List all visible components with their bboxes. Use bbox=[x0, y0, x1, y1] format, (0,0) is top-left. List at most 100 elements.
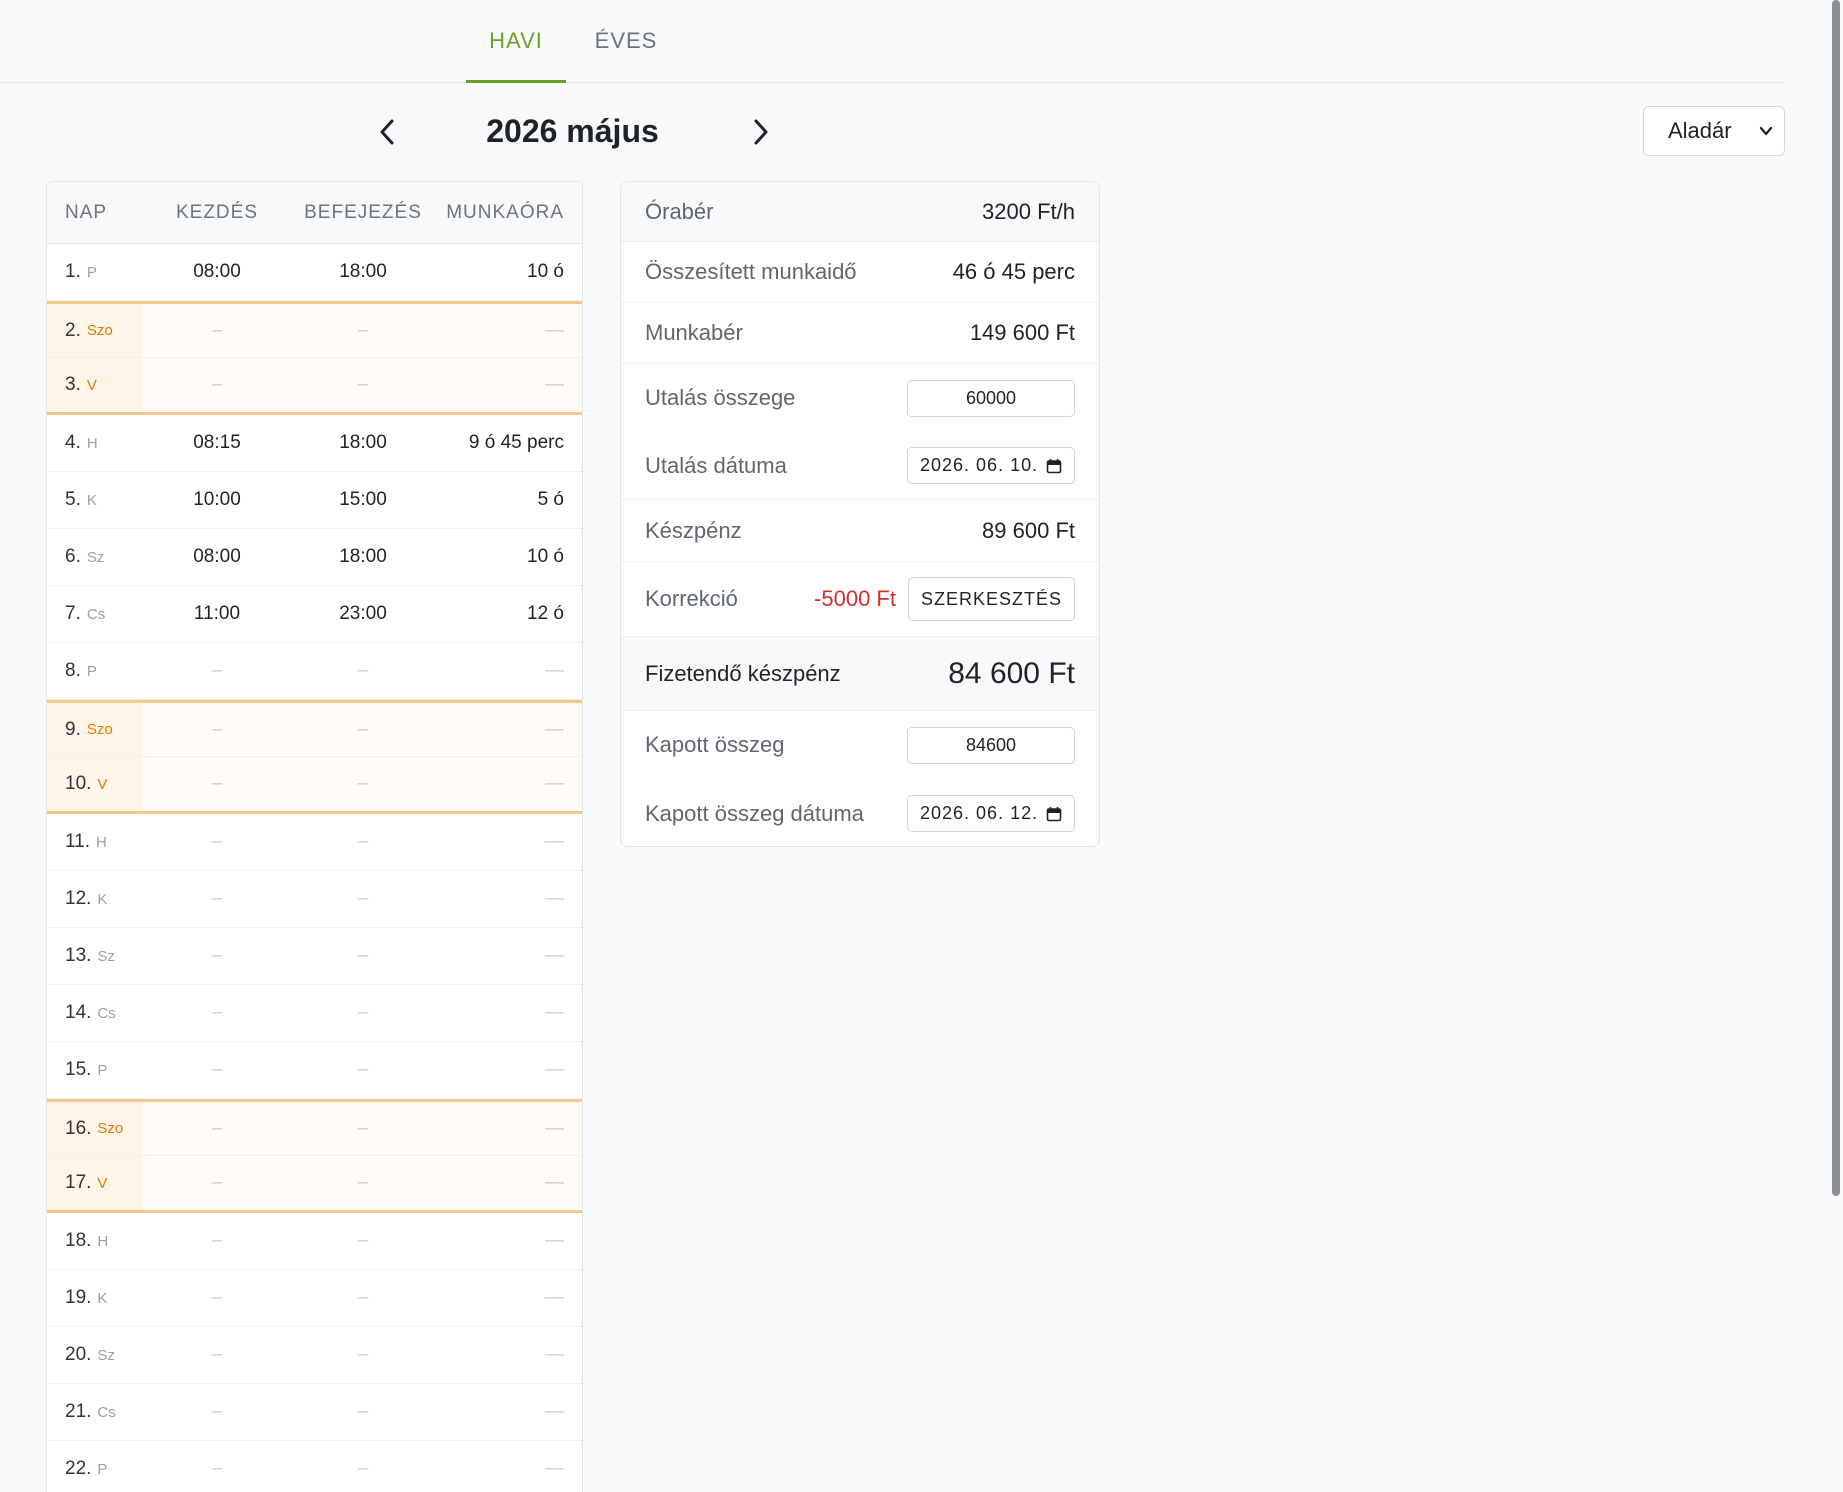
hourly-rate-label: Órabér bbox=[645, 198, 714, 224]
start-time-cell: 08:00 bbox=[193, 261, 241, 282]
start-time-cell: – bbox=[211, 1117, 223, 1139]
weekday-abbr: H bbox=[97, 1232, 109, 1250]
day-number: 16. bbox=[65, 1117, 92, 1139]
day-row[interactable]: 4. H 08:15 18:00 9 ó 45 perc bbox=[47, 415, 582, 472]
work-hours-cell: — bbox=[545, 1002, 564, 1023]
day-row[interactable]: 7. Cs 11:00 23:00 12 ó bbox=[47, 586, 582, 643]
scrollbar-thumb[interactable] bbox=[1832, 0, 1840, 1196]
day-number: 9. bbox=[65, 718, 81, 740]
end-time-cell: – bbox=[357, 1230, 369, 1251]
page-scrollbar[interactable] bbox=[1829, 0, 1843, 1492]
total-time-value: 46 ó 45 perc bbox=[952, 259, 1075, 284]
end-time-cell: – bbox=[357, 831, 369, 852]
end-time-cell: – bbox=[357, 660, 369, 681]
work-hours-cell: 10 ó bbox=[527, 546, 564, 567]
day-number: 17. bbox=[65, 1172, 92, 1193]
day-row[interactable]: 12. K – – — bbox=[47, 871, 582, 928]
day-cell: 11. H bbox=[47, 814, 143, 870]
day-cell: 19. K bbox=[47, 1270, 143, 1326]
day-row[interactable]: 9. Szo – – — bbox=[47, 700, 582, 757]
received-date-input[interactable]: 2026. 06. 12. bbox=[907, 795, 1075, 832]
day-number: 1. bbox=[65, 261, 81, 282]
weekday-abbr: K bbox=[97, 890, 108, 908]
day-row[interactable]: 21. Cs – – — bbox=[47, 1384, 582, 1441]
month-title: 2026 május bbox=[486, 113, 659, 149]
day-cell: 14. Cs bbox=[47, 985, 143, 1041]
total-time-label: Összesített munkaidő bbox=[645, 259, 857, 284]
day-row[interactable]: 3. V – – — bbox=[47, 358, 582, 415]
day-row[interactable]: 15. P – – — bbox=[47, 1042, 582, 1099]
weekday-abbr: H bbox=[96, 833, 107, 851]
wage-row: Munkabér 149 600 Ft bbox=[621, 303, 1099, 364]
day-row[interactable]: 11. H – – — bbox=[47, 814, 582, 871]
day-cell: 18. H bbox=[47, 1213, 143, 1269]
end-time-cell: – bbox=[357, 374, 369, 395]
weekday-abbr: Szo bbox=[86, 721, 113, 738]
correction-value: -5000 Ft bbox=[814, 586, 896, 611]
work-hours-cell: — bbox=[545, 660, 564, 681]
work-hours-cell: 10 ó bbox=[527, 261, 564, 282]
day-row[interactable]: 17. V – – — bbox=[47, 1156, 582, 1213]
calendar-icon[interactable] bbox=[1046, 806, 1062, 822]
cash-row: Készpénz 89 600 Ft bbox=[621, 500, 1099, 562]
day-row[interactable]: 6. Sz 08:00 18:00 10 ó bbox=[47, 529, 582, 586]
day-cell: 13. Sz bbox=[47, 928, 143, 984]
payable-cash-label: Fizetendő készpénz bbox=[645, 660, 841, 686]
day-cell: 9. Szo bbox=[47, 703, 143, 756]
tab-monthly[interactable]: HAVI bbox=[466, 0, 566, 83]
day-row[interactable]: 20. Sz – – — bbox=[47, 1327, 582, 1384]
day-cell: 1. P bbox=[47, 244, 143, 300]
cash-value: 89 600 Ft bbox=[982, 517, 1075, 543]
day-number: 15. bbox=[65, 1059, 92, 1080]
day-row[interactable]: 5. K 10:00 15:00 5 ó bbox=[47, 472, 582, 529]
end-time-cell: 15:00 bbox=[339, 489, 387, 510]
day-number: 4. bbox=[65, 432, 81, 453]
work-hours-cell: — bbox=[545, 1344, 564, 1365]
received-amount-input[interactable]: 84600 bbox=[907, 726, 1075, 764]
next-month-button[interactable] bbox=[740, 112, 780, 152]
edit-correction-button[interactable]: SZERKESZTÉS bbox=[907, 577, 1075, 621]
day-cell: 2. Szo bbox=[47, 304, 143, 357]
day-row[interactable]: 14. Cs – – — bbox=[47, 985, 582, 1042]
correction-controls: -5000 Ft SZERKESZTÉS bbox=[814, 577, 1075, 621]
day-row[interactable]: 13. Sz – – — bbox=[47, 928, 582, 985]
start-time-cell: – bbox=[211, 1458, 223, 1479]
day-number: 3. bbox=[65, 374, 81, 395]
work-hours-cell: — bbox=[545, 773, 564, 794]
day-row[interactable]: 19. K – – — bbox=[47, 1270, 582, 1327]
day-row[interactable]: 16. Szo – – — bbox=[47, 1099, 582, 1156]
cash-label: Készpénz bbox=[645, 517, 742, 543]
day-number: 21. bbox=[65, 1401, 92, 1422]
transfer-amount-row: Utalás összege 60000 bbox=[621, 364, 1099, 432]
day-cell: 8. P bbox=[47, 643, 143, 699]
transfer-date-value: 2026. 06. 10. bbox=[920, 455, 1039, 475]
total-time-row: Összesített munkaidő 46 ó 45 perc bbox=[621, 242, 1099, 303]
work-hours-cell: 9 ó 45 perc bbox=[468, 432, 564, 453]
start-time-cell: – bbox=[211, 319, 223, 341]
header-start: KEZDÉS bbox=[175, 201, 259, 223]
transfer-date-label: Utalás dátuma bbox=[645, 452, 787, 478]
end-time-cell: – bbox=[357, 319, 369, 341]
transfer-date-input[interactable]: 2026. 06. 10. bbox=[907, 447, 1075, 484]
day-number: 10. bbox=[65, 773, 92, 794]
work-hours-cell: — bbox=[545, 1287, 564, 1308]
day-row[interactable]: 22. P – – — bbox=[47, 1441, 582, 1492]
day-row[interactable]: 8. P – – — bbox=[47, 643, 582, 700]
day-row[interactable]: 2. Szo – – — bbox=[47, 301, 582, 358]
tab-yearly[interactable]: ÉVES bbox=[586, 0, 666, 82]
correction-label: Korrekció bbox=[645, 586, 738, 611]
transfer-amount-input[interactable]: 60000 bbox=[907, 379, 1075, 417]
day-row[interactable]: 1. P 08:00 18:00 10 ó bbox=[47, 244, 582, 301]
day-number: 2. bbox=[65, 319, 81, 341]
calendar-icon[interactable] bbox=[1046, 458, 1062, 474]
day-row[interactable]: 10. V – – — bbox=[47, 757, 582, 814]
start-time-cell: – bbox=[211, 945, 223, 966]
day-cell: 12. K bbox=[47, 871, 143, 927]
received-amount-label: Kapott összeg bbox=[645, 732, 785, 757]
person-select[interactable]: Aladár bbox=[1643, 106, 1785, 156]
prev-month-button[interactable] bbox=[368, 112, 408, 152]
day-number: 11. bbox=[65, 831, 91, 852]
day-cell: 20. Sz bbox=[47, 1327, 143, 1383]
start-time-cell: 08:15 bbox=[193, 432, 241, 453]
day-row[interactable]: 18. H – – — bbox=[47, 1213, 582, 1270]
